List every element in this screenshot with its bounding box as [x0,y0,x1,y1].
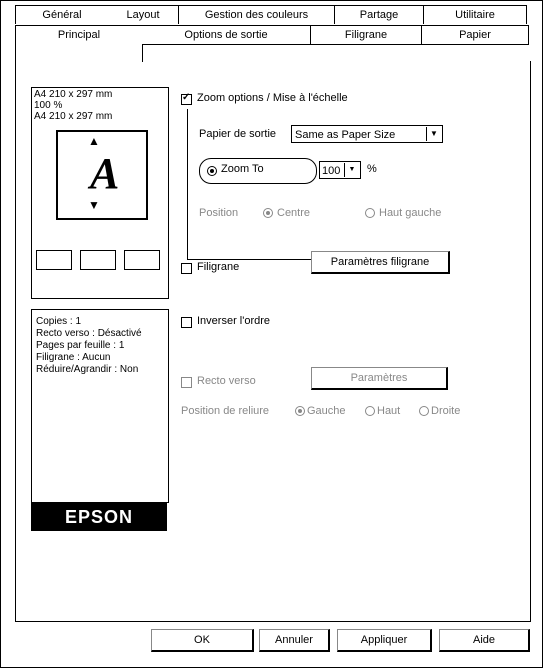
reverse-order-label: Inverser l'ordre [197,315,271,327]
two-page-icon [80,250,116,270]
scale-line: 100 % [34,100,63,111]
ok-button[interactable]: OK [151,629,254,652]
page-outline: ▲ A ▼ [56,130,148,220]
info-watermark: Filigrane : Aucun [36,352,111,363]
paper-size-line: A4 210 x 297 mm [34,89,113,100]
duplex-checkbox[interactable] [181,377,192,388]
location-upper-left-radio[interactable] [365,208,375,218]
zoom-options-checkbox[interactable] [181,92,192,105]
binding-position-label: Position de reliure [181,405,270,417]
tab-utility[interactable]: Utilitaire [424,5,527,24]
output-paper-select[interactable]: Same as Paper Size ▼ [291,125,443,143]
binding-left-radio[interactable] [295,406,305,416]
multi-page-icon [124,250,160,270]
sample-glyph: A [90,149,120,198]
zoom-unit: % [367,163,377,175]
location-center-radio[interactable] [263,208,273,218]
info-copies: Copies : 1 [36,316,82,327]
binding-left-label: Gauche [307,405,346,417]
zoom-options-label: Zoom options / Mise à l'échelle [197,92,348,104]
binding-top-radio[interactable] [365,406,375,416]
binding-top-label: Haut [377,405,401,417]
single-page-icon [36,250,72,270]
zoom-to-text: Zoom To [221,163,264,175]
arrow-up-icon: ▲ [88,134,100,148]
duplex-label: Recto verso [197,375,256,387]
cancel-button[interactable]: Annuler [259,629,330,652]
output-size-line: A4 210 x 297 mm [34,111,113,122]
zoom-value-spinner[interactable]: 100 ▼ [319,161,361,179]
watermark-label: Filigrane [197,261,240,273]
tab-paper[interactable]: Papier [422,25,529,45]
tab-main[interactable]: Principal [15,25,143,62]
output-paper-label: Papier de sortie [199,128,277,140]
location-center-label: Centre [277,207,311,219]
printer-properties-window: Général Layout Gestion des couleurs Part… [0,0,543,668]
apply-button[interactable]: Appliquer [337,629,432,652]
location-label: Position [199,207,239,219]
tab-color-management[interactable]: Gestion des couleurs [179,5,335,24]
spin-icon[interactable]: ▼ [344,163,359,177]
binding-right-label: Droite [431,405,461,417]
chevron-down-icon: ▼ [426,127,441,141]
tab-sharing[interactable]: Partage [335,5,424,24]
zoom-to-radio[interactable] [207,166,217,176]
tab-output-options[interactable]: Options de sortie [142,25,311,45]
reverse-order-checkbox[interactable] [181,317,192,328]
binding-right-radio[interactable] [419,406,429,416]
watermark-checkbox[interactable] [181,263,192,274]
epson-logo: EPSON [31,503,167,531]
help-button[interactable]: Aide [439,629,530,652]
arrow-down-icon: ▼ [88,198,100,212]
location-upper-left-label: Haut gauche [379,207,442,219]
tab-watermark[interactable]: Filigrane [311,25,422,45]
tab-general[interactable]: Général [15,5,109,24]
output-paper-value: Same as Paper Size [295,129,396,141]
info-pages-per-sheet: Pages par feuille : 1 [36,340,125,351]
page-preview: A4 210 x 297 mm 100 % A4 210 x 297 mm ▲ … [31,87,169,299]
zoom-group-border [187,109,188,259]
watermark-settings-button[interactable]: Paramètres filigrane [311,251,450,274]
zoom-value: 100 [322,165,341,177]
settings-summary: Copies : 1 Recto verso : Désactivé Pages… [31,309,169,503]
info-reduce-enlarge: Réduire/Agrandir : Non [36,364,139,375]
tab-layout[interactable]: Layout [108,5,179,24]
info-duplex: Recto verso : Désactivé [36,328,142,339]
duplex-settings-button[interactable]: Paramètres [311,367,448,390]
